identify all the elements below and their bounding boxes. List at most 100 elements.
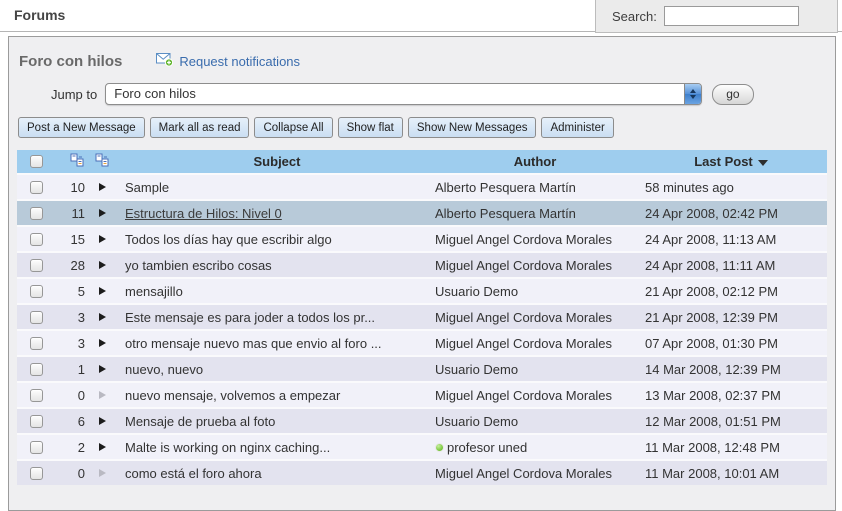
table-row[interactable]: 2 Malte is working on nginx caching... p… — [17, 433, 827, 459]
expand-arrow-icon[interactable] — [85, 183, 119, 191]
thread-subject-link[interactable]: mensajillo — [119, 284, 435, 299]
author-name: Usuario Demo — [435, 362, 635, 377]
toolbar-button-administer[interactable]: Administer — [541, 117, 613, 138]
sort-desc-icon — [758, 160, 768, 166]
thread-subject-link[interactable]: nuevo, nuevo — [119, 362, 435, 377]
thread-subject-link[interactable]: Este mensaje es para joder a todos los p… — [119, 310, 435, 325]
row-checkbox[interactable] — [30, 337, 43, 350]
author-name: Usuario Demo — [435, 284, 635, 299]
thread-subject-link[interactable]: otro mensaje nuevo mas que envio al foro… — [119, 336, 435, 351]
thread-subject-link[interactable]: Todos los días hay que escribir algo — [119, 232, 435, 247]
expand-arrow-icon[interactable] — [85, 287, 119, 295]
column-header-author[interactable]: Author — [435, 154, 635, 169]
row-checkbox[interactable] — [30, 259, 43, 272]
author-name: Miguel Angel Cordova Morales — [435, 310, 635, 325]
row-checkbox[interactable] — [30, 311, 43, 324]
reply-count: 15 — [57, 232, 85, 247]
table-row[interactable]: 0 como está el foro ahora Miguel Angel C… — [17, 459, 827, 485]
go-button[interactable]: go — [712, 84, 753, 105]
reply-count: 28 — [57, 258, 85, 273]
expand-arrow-icon[interactable] — [85, 209, 119, 217]
expand-arrow-icon[interactable] — [85, 261, 119, 269]
table-row[interactable]: 3 Este mensaje es para joder a todos los… — [17, 303, 827, 329]
author-name: Miguel Angel Cordova Morales — [435, 232, 635, 247]
author-name: Alberto Pesquera Martín — [435, 206, 635, 221]
column-header-subject[interactable]: Subject — [119, 154, 435, 169]
expand-arrow-icon[interactable] — [85, 391, 119, 399]
toolbar-button-post-a-new-message[interactable]: Post a New Message — [18, 117, 145, 138]
request-notifications-link[interactable]: Request notifications — [156, 52, 300, 70]
thread-subject-link[interactable]: yo tambien escribo cosas — [119, 258, 435, 273]
top-bar: Forums Search: — [0, 0, 842, 32]
table-row[interactable]: 1 nuevo, nuevo Usuario Demo 14 Mar 2008,… — [17, 355, 827, 381]
expand-arrow-icon[interactable] — [85, 443, 119, 451]
unread-posts-icon — [95, 153, 110, 170]
toolbar-button-show-flat[interactable]: Show flat — [338, 117, 403, 138]
last-post-time: 24 Apr 2008, 02:42 PM — [635, 206, 827, 221]
table-row[interactable]: 15 Todos los días hay que escribir algo … — [17, 225, 827, 251]
total-posts-icon — [70, 153, 85, 170]
expand-arrow-icon[interactable] — [85, 235, 119, 243]
thread-subject-link[interactable]: Mensaje de prueba al foto — [119, 414, 435, 429]
reply-count: 6 — [57, 414, 85, 429]
row-checkbox[interactable] — [30, 415, 43, 428]
last-post-time: 07 Apr 2008, 01:30 PM — [635, 336, 827, 351]
row-checkbox[interactable] — [30, 233, 43, 246]
last-post-time: 21 Apr 2008, 12:39 PM — [635, 310, 827, 325]
author-name: Miguel Angel Cordova Morales — [435, 466, 635, 481]
reply-count: 0 — [57, 388, 85, 403]
thread-subject-link[interactable]: nuevo mensaje, volvemos a empezar — [119, 388, 435, 403]
row-checkbox[interactable] — [30, 207, 43, 220]
toolbar-button-collapse-all[interactable]: Collapse All — [254, 117, 332, 138]
author-name: Alberto Pesquera Martín — [435, 180, 635, 195]
forum-jump-select[interactable]: Foro con hilos — [105, 83, 702, 105]
reply-count: 3 — [57, 336, 85, 351]
last-post-time: 24 Apr 2008, 11:11 AM — [635, 258, 827, 273]
thread-subject-link[interactable]: como está el foro ahora — [119, 466, 435, 481]
row-checkbox[interactable] — [30, 389, 43, 402]
table-row[interactable]: 11 Estructura de Hilos: Nivel 0 Alberto … — [17, 199, 827, 225]
expand-arrow-icon[interactable] — [85, 365, 119, 373]
table-row[interactable]: 5 mensajillo Usuario Demo 21 Apr 2008, 0… — [17, 277, 827, 303]
expand-arrow-icon[interactable] — [85, 469, 119, 477]
threads-table: Subject Author Last Post 10 Sample Alber… — [17, 150, 827, 485]
thread-subject-link[interactable]: Sample — [119, 180, 435, 195]
forum-jump-selected-value: Foro con hilos — [114, 86, 196, 101]
thread-subject-link[interactable]: Estructura de Hilos: Nivel 0 — [119, 206, 435, 221]
row-checkbox[interactable] — [30, 285, 43, 298]
expand-arrow-icon[interactable] — [85, 417, 119, 425]
row-checkbox[interactable] — [30, 181, 43, 194]
toolbar-button-show-new-messages[interactable]: Show New Messages — [408, 117, 537, 138]
jump-to-label: Jump to — [51, 87, 97, 102]
mail-add-icon — [156, 52, 174, 70]
table-row[interactable]: 10 Sample Alberto Pesquera Martín 58 min… — [17, 173, 827, 199]
forum-title: Foro con hilos — [19, 53, 122, 70]
search-input[interactable] — [664, 6, 799, 26]
last-post-time: 24 Apr 2008, 11:13 AM — [635, 232, 827, 247]
table-row[interactable]: 3 otro mensaje nuevo mas que envio al fo… — [17, 329, 827, 355]
search-label: Search: — [612, 9, 657, 24]
column-header-last-post[interactable]: Last Post — [635, 154, 827, 169]
reply-count: 11 — [57, 206, 85, 221]
reply-count: 2 — [57, 440, 85, 455]
author-name: Miguel Angel Cordova Morales — [435, 258, 635, 273]
expand-arrow-icon[interactable] — [85, 339, 119, 347]
select-all-checkbox[interactable] — [30, 155, 43, 168]
table-row[interactable]: 0 nuevo mensaje, volvemos a empezar Migu… — [17, 381, 827, 407]
reply-count: 10 — [57, 180, 85, 195]
author-name: Miguel Angel Cordova Morales — [435, 336, 635, 351]
table-row[interactable]: 28 yo tambien escribo cosas Miguel Angel… — [17, 251, 827, 277]
row-checkbox[interactable] — [30, 363, 43, 376]
row-checkbox[interactable] — [30, 441, 43, 454]
author-name: Miguel Angel Cordova Morales — [435, 388, 635, 403]
toolbar-button-mark-all-as-read[interactable]: Mark all as read — [150, 117, 250, 138]
row-checkbox[interactable] — [30, 467, 43, 480]
author-name: Usuario Demo — [435, 414, 635, 429]
search-panel: Search: — [595, 0, 838, 33]
table-row[interactable]: 6 Mensaje de prueba al foto Usuario Demo… — [17, 407, 827, 433]
last-post-time: 14 Mar 2008, 12:39 PM — [635, 362, 827, 377]
request-notifications-label: Request notifications — [179, 54, 300, 69]
expand-arrow-icon[interactable] — [85, 313, 119, 321]
thread-subject-link[interactable]: Malte is working on nginx caching... — [119, 440, 435, 455]
reply-count: 5 — [57, 284, 85, 299]
